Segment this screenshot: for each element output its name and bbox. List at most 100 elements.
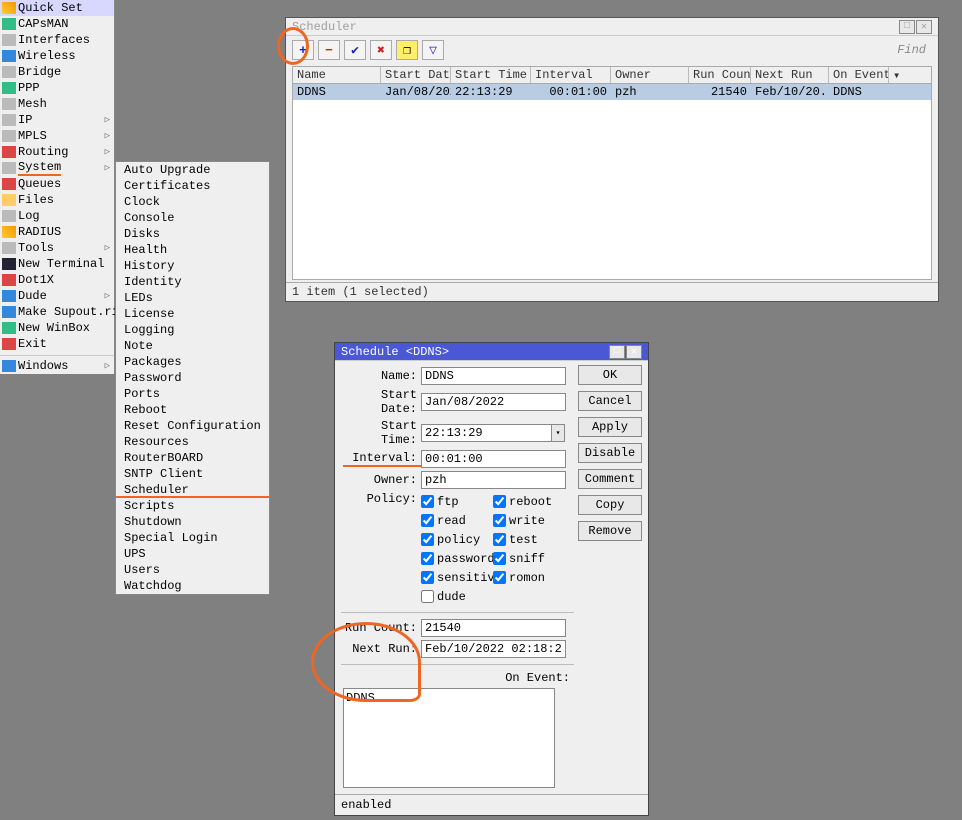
column-header[interactable]: Start Date	[381, 67, 451, 83]
sidebar-item-radius[interactable]: RADIUS	[0, 224, 114, 240]
startdate-field[interactable]	[421, 393, 566, 411]
policy-write-checkbox[interactable]: write	[493, 511, 565, 530]
submenu-item-reboot[interactable]: Reboot	[116, 402, 269, 418]
ok-button[interactable]: OK	[578, 365, 642, 385]
close-button[interactable]: ✕	[626, 345, 642, 359]
copy-button[interactable]: Copy	[578, 495, 642, 515]
starttime-field[interactable]	[421, 424, 552, 442]
sidebar-item-queues[interactable]: Queues	[0, 176, 114, 192]
name-field[interactable]	[421, 367, 566, 385]
maximize-button[interactable]: □	[609, 345, 625, 359]
dropdown-button[interactable]: ▾	[551, 424, 565, 442]
submenu-item-reset-configuration[interactable]: Reset Configuration	[116, 418, 269, 434]
cancel-button[interactable]: Cancel	[578, 391, 642, 411]
policy-read-checkbox[interactable]: read	[421, 511, 493, 530]
comment-button[interactable]: Comment	[578, 469, 642, 489]
close-button[interactable]: ✕	[916, 20, 932, 34]
column-header[interactable]: Next Run	[751, 67, 829, 83]
submenu-item-history[interactable]: History	[116, 258, 269, 274]
submenu-item-identity[interactable]: Identity	[116, 274, 269, 290]
add-button[interactable]: +	[292, 40, 314, 60]
sidebar-item-dot1x[interactable]: Dot1X	[0, 272, 114, 288]
submenu-item-watchdog[interactable]: Watchdog	[116, 578, 269, 594]
onevent-textarea[interactable]: DDNS	[343, 688, 555, 788]
sidebar-item-system[interactable]: System▷	[0, 160, 114, 176]
sidebar-item-mpls[interactable]: MPLS▷	[0, 128, 114, 144]
column-header[interactable]: Owner	[611, 67, 689, 83]
checkbox-icon[interactable]	[493, 495, 506, 508]
submenu-item-leds[interactable]: LEDs	[116, 290, 269, 306]
policy-dude-checkbox[interactable]: dude	[421, 587, 493, 606]
submenu-item-note[interactable]: Note	[116, 338, 269, 354]
checkbox-icon[interactable]	[421, 590, 434, 603]
submenu-item-special-login[interactable]: Special Login	[116, 530, 269, 546]
submenu-item-shutdown[interactable]: Shutdown	[116, 514, 269, 530]
submenu-item-routerboard[interactable]: RouterBOARD	[116, 450, 269, 466]
policy-ftp-checkbox[interactable]: ftp	[421, 492, 493, 511]
sidebar-item-quick-set[interactable]: Quick Set	[0, 0, 114, 16]
sidebar-item-routing[interactable]: Routing▷	[0, 144, 114, 160]
submenu-item-console[interactable]: Console	[116, 210, 269, 226]
policy-sniff-checkbox[interactable]: sniff	[493, 549, 565, 568]
checkbox-icon[interactable]	[493, 552, 506, 565]
apply-button[interactable]: Apply	[578, 417, 642, 437]
submenu-item-scheduler[interactable]: Scheduler	[116, 482, 269, 498]
submenu-item-password[interactable]: Password	[116, 370, 269, 386]
policy-policy-checkbox[interactable]: policy	[421, 530, 493, 549]
submenu-item-auto-upgrade[interactable]: Auto Upgrade	[116, 162, 269, 178]
sidebar-item-tools[interactable]: Tools▷	[0, 240, 114, 256]
submenu-item-clock[interactable]: Clock	[116, 194, 269, 210]
sidebar-item-ip[interactable]: IP▷	[0, 112, 114, 128]
submenu-item-ports[interactable]: Ports	[116, 386, 269, 402]
submenu-item-users[interactable]: Users	[116, 562, 269, 578]
checkbox-icon[interactable]	[421, 571, 434, 584]
disable-button[interactable]: ✖	[370, 40, 392, 60]
checkbox-icon[interactable]	[421, 533, 434, 546]
sidebar-item-files[interactable]: Files	[0, 192, 114, 208]
policy-sensitive-checkbox[interactable]: sensitive	[421, 568, 493, 587]
column-header[interactable]: Start Time	[451, 67, 531, 83]
enable-button[interactable]: ✔	[344, 40, 366, 60]
column-header[interactable]: Name	[293, 67, 381, 83]
submenu-item-packages[interactable]: Packages	[116, 354, 269, 370]
sidebar-item-new-winbox[interactable]: New WinBox	[0, 320, 114, 336]
column-menu-button[interactable]: ▾	[889, 67, 905, 83]
filter-button[interactable]: ▽	[422, 40, 444, 60]
submenu-item-logging[interactable]: Logging	[116, 322, 269, 338]
sidebar-item-interfaces[interactable]: Interfaces	[0, 32, 114, 48]
checkbox-icon[interactable]	[421, 495, 434, 508]
submenu-item-sntp-client[interactable]: SNTP Client	[116, 466, 269, 482]
submenu-item-ups[interactable]: UPS	[116, 546, 269, 562]
policy-test-checkbox[interactable]: test	[493, 530, 565, 549]
submenu-item-scripts[interactable]: Scripts	[116, 498, 269, 514]
sidebar-item-bridge[interactable]: Bridge	[0, 64, 114, 80]
policy-reboot-checkbox[interactable]: reboot	[493, 492, 565, 511]
policy-romon-checkbox[interactable]: romon	[493, 568, 565, 587]
sidebar-item-mesh[interactable]: Mesh	[0, 96, 114, 112]
checkbox-icon[interactable]	[493, 571, 506, 584]
checkbox-icon[interactable]	[421, 552, 434, 565]
sidebar-item-windows[interactable]: Windows ▷	[0, 358, 114, 374]
comment-button[interactable]: ❐	[396, 40, 418, 60]
submenu-item-health[interactable]: Health	[116, 242, 269, 258]
find-label[interactable]: Find	[897, 43, 932, 57]
checkbox-icon[interactable]	[493, 514, 506, 527]
checkbox-icon[interactable]	[493, 533, 506, 546]
remove-button[interactable]: Remove	[578, 521, 642, 541]
remove-button[interactable]: −	[318, 40, 340, 60]
submenu-item-license[interactable]: License	[116, 306, 269, 322]
submenu-item-resources[interactable]: Resources	[116, 434, 269, 450]
sidebar-item-new-terminal[interactable]: New Terminal	[0, 256, 114, 272]
column-header[interactable]: On Event	[829, 67, 889, 83]
sidebar-item-dude[interactable]: Dude▷	[0, 288, 114, 304]
submenu-item-disks[interactable]: Disks	[116, 226, 269, 242]
table-row[interactable]: DDNSJan/08/202222:13:2900:01:00pzh21540F…	[293, 84, 931, 100]
sidebar-item-make-supout-rif[interactable]: Make Supout.rif	[0, 304, 114, 320]
sidebar-item-wireless[interactable]: Wireless	[0, 48, 114, 64]
submenu-item-certificates[interactable]: Certificates	[116, 178, 269, 194]
checkbox-icon[interactable]	[421, 514, 434, 527]
column-header[interactable]: Interval	[531, 67, 611, 83]
sidebar-item-log[interactable]: Log	[0, 208, 114, 224]
window-titlebar[interactable]: Scheduler □ ✕	[286, 18, 938, 36]
dialog-titlebar[interactable]: Schedule <DDNS> □ ✕	[335, 343, 648, 361]
